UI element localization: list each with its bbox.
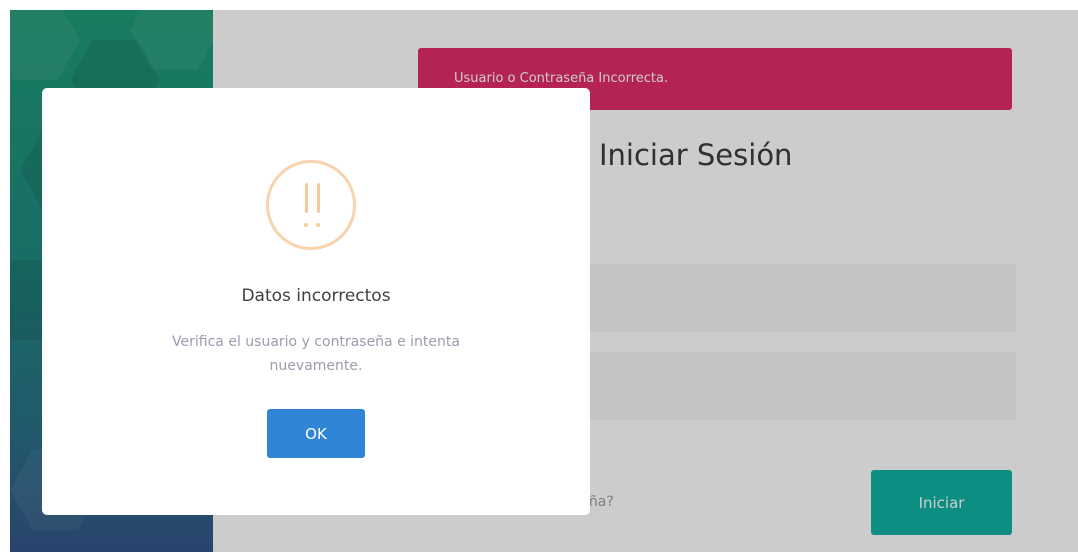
warning-dot (304, 223, 308, 227)
dialog-title: Datos incorrectos (241, 286, 391, 306)
warning-dot (316, 223, 320, 227)
warning-mark (317, 183, 320, 213)
dialog-message: Verifica el usuario y contraseña e inten… (172, 334, 460, 374)
warning-mark (305, 183, 308, 213)
alert-dialog: Datos incorrectos Verifica el usuario y … (42, 88, 590, 515)
ok-button[interactable]: OK (267, 409, 365, 458)
app-frame: Usuario o Contraseña Incorrecta. Iniciar… (10, 10, 1078, 552)
warning-icon (266, 160, 356, 250)
